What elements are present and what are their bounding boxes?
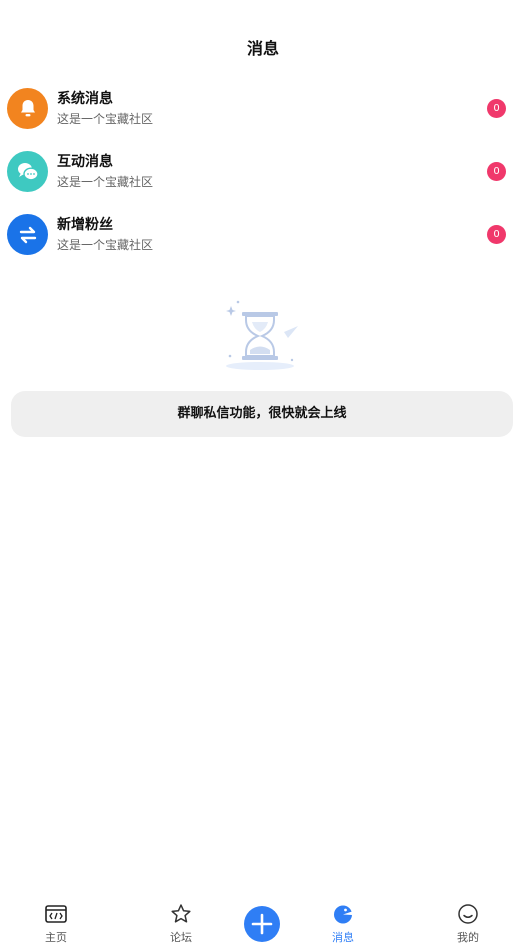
notice-banner: 群聊私信功能，很快就会上线 [11, 391, 513, 437]
star-icon [169, 902, 193, 926]
message-subtitle: 这是一个宝藏社区 [57, 112, 154, 126]
message-title: 新增粉丝 [57, 217, 113, 233]
tab-label: 消息 [332, 931, 354, 944]
tab-label: 我的 [457, 931, 479, 944]
bell-icon [7, 88, 48, 129]
tab-messages[interactable]: 消息 [303, 892, 383, 952]
unread-badge: 0 [487, 162, 506, 181]
unread-badge: 0 [487, 225, 506, 244]
message-title: 系统消息 [57, 91, 113, 107]
unread-badge: 0 [487, 99, 506, 118]
tab-label: 主页 [45, 931, 67, 944]
message-item-new-followers[interactable]: 新增粉丝 这是一个宝藏社区 0 [0, 214, 526, 274]
page-title: 消息 [246, 39, 279, 58]
tab-profile[interactable]: 我的 [428, 892, 508, 952]
plus-icon [251, 913, 273, 935]
message-bird-icon [331, 902, 355, 926]
add-post-button[interactable] [244, 906, 280, 942]
code-window-icon [44, 902, 68, 926]
hourglass-icon [222, 298, 302, 374]
message-item-interaction[interactable]: 互动消息 这是一个宝藏社区 0 [0, 151, 526, 211]
tab-label: 论坛 [170, 931, 192, 944]
swap-arrows-icon [7, 214, 48, 255]
message-item-system[interactable]: 系统消息 这是一个宝藏社区 0 [0, 88, 526, 148]
message-subtitle: 这是一个宝藏社区 [57, 175, 154, 189]
tab-home[interactable]: 主页 [16, 892, 96, 952]
chat-icon [7, 151, 48, 192]
tab-forum[interactable]: 论坛 [141, 892, 221, 952]
message-title: 互动消息 [57, 154, 113, 170]
smiley-icon [456, 902, 480, 926]
message-subtitle: 这是一个宝藏社区 [57, 238, 154, 252]
